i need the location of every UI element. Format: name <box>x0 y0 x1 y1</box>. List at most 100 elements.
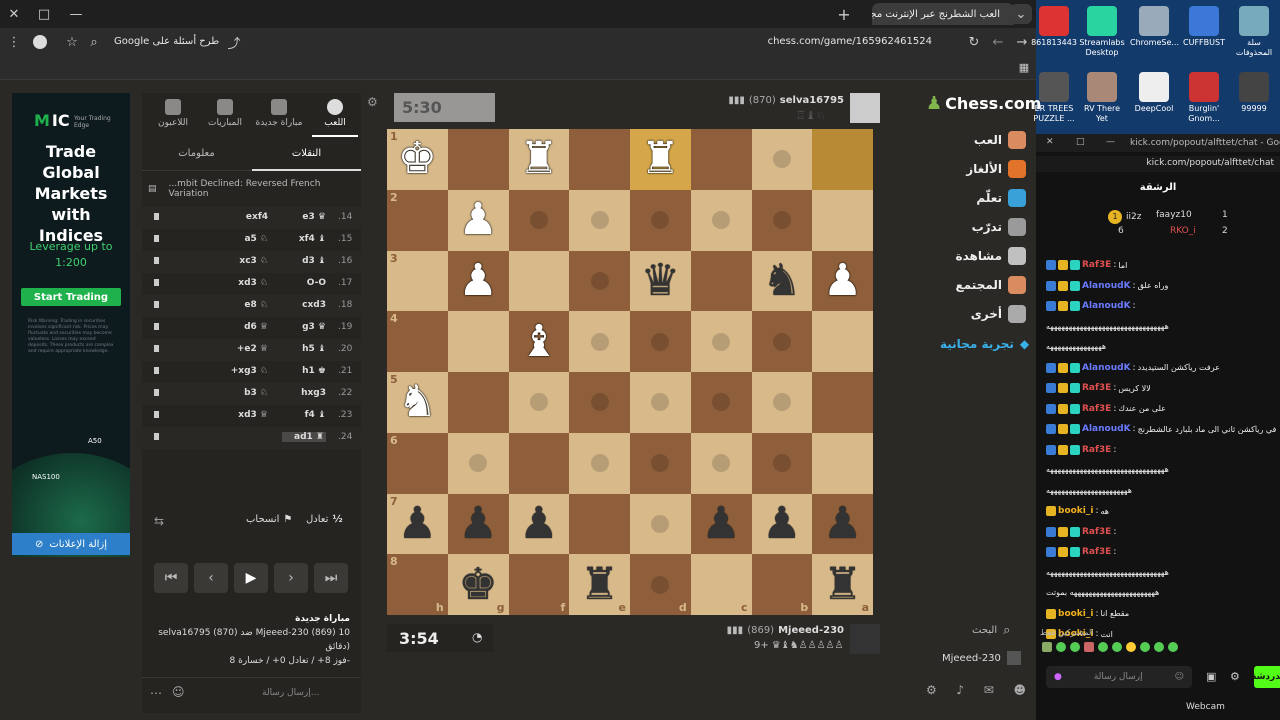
board-square[interactable]: c <box>690 554 752 615</box>
black-pawn-piece[interactable]: ♟ <box>762 501 801 546</box>
black-pawn-piece[interactable]: ♟ <box>701 501 740 546</box>
board-square[interactable] <box>751 189 813 251</box>
black-move[interactable]: e8 ♘ <box>212 300 268 310</box>
legal-move-dot[interactable] <box>651 454 670 473</box>
move-row[interactable]: .14 e3 ♛ exf4 <box>142 207 361 229</box>
messages-envelope-icon[interactable]: ✉ <box>984 683 994 697</box>
board-square[interactable]: 8h <box>387 554 448 615</box>
white-pawn-piece[interactable]: ♟ <box>458 258 497 303</box>
nav-item[interactable]: العب <box>930 131 1026 149</box>
emote-icon[interactable] <box>1056 642 1066 652</box>
chat-username[interactable]: AlanoudK <box>1082 301 1131 311</box>
chat-username[interactable]: Raf3E <box>1082 547 1111 557</box>
emote-icon[interactable] <box>1042 642 1052 652</box>
legal-move-dot[interactable] <box>590 271 609 290</box>
board-square[interactable] <box>569 129 630 190</box>
white-move[interactable]: O-O <box>282 278 326 288</box>
black-knight-piece[interactable]: ♞ <box>762 258 801 303</box>
board-square[interactable]: ♟ <box>812 493 873 555</box>
microphone-icon[interactable]: ● <box>1054 672 1062 682</box>
kick-settings-icon[interactable]: ⚙ <box>1230 670 1240 683</box>
kick-chat-send-button[interactable]: الدردشة <box>1251 666 1280 688</box>
tab-new-game[interactable]: مباراة جديدة <box>254 93 304 137</box>
move-row[interactable]: .15 xf4 ♝ a5 ♘ <box>142 229 361 251</box>
legal-move-dot[interactable] <box>651 575 670 594</box>
board-square[interactable] <box>690 250 752 312</box>
move-row[interactable]: .24 ad1 ♜ <box>142 427 361 449</box>
tab-search-chevron-icon[interactable]: ⌄ <box>1010 4 1032 24</box>
nav-item[interactable]: مشاهدة <box>930 247 1026 265</box>
board-square[interactable]: ♛ <box>630 250 691 312</box>
board-square[interactable] <box>751 372 813 433</box>
board-square[interactable]: ♟ <box>690 493 752 555</box>
nav-item[interactable]: المجتمع <box>930 276 1026 294</box>
emote-icon[interactable] <box>1140 642 1150 652</box>
browser-tab-active[interactable]: ✕ العب الشطرنج عبر الإنترنت مجاناً <box>872 3 1014 25</box>
previous-move-button[interactable]: ‹ <box>194 563 228 593</box>
emote-icon[interactable] <box>1154 642 1164 652</box>
remove-ads-button[interactable]: ⊘ إزالة الإعلانات <box>12 533 130 555</box>
more-options-icon[interactable]: ⋯ <box>150 686 162 700</box>
black-rook-piece[interactable]: ♜ <box>823 562 862 607</box>
kick-store-icon[interactable]: ▣ <box>1206 670 1216 683</box>
black-move[interactable]: xd3 ♘ <box>212 278 268 288</box>
board-square[interactable]: g ♚ <box>447 554 509 615</box>
profile-avatar-icon[interactable] <box>26 28 54 56</box>
board-square[interactable]: ♟ <box>508 493 570 555</box>
desktop-icon-rv-there-yet[interactable]: RV There Yet <box>1078 70 1126 124</box>
board-square[interactable] <box>690 432 752 494</box>
resign-button[interactable]: انسحاب ⚑ <box>246 514 292 525</box>
emoji-icon[interactable]: ☺ <box>1175 672 1184 682</box>
black-move[interactable]: xd3 ♕ <box>212 410 268 420</box>
desktop-icon-pdf[interactable]: 861813443 <box>1030 4 1078 48</box>
kick-message-input[interactable]: ● إرسال رسالة ☺ <box>1046 666 1192 688</box>
play-moves-button[interactable]: ▶ <box>234 563 268 593</box>
board-square[interactable] <box>812 311 873 372</box>
move-row[interactable]: .18 cxd3 e8 ♘ <box>142 295 361 317</box>
google-lens-icon[interactable]: ⌕ <box>80 28 108 56</box>
legal-move-dot[interactable] <box>469 454 488 473</box>
subtab-info[interactable]: معلومات <box>142 137 251 171</box>
white-knight-piece[interactable]: ♞ <box>398 380 437 424</box>
board-square[interactable] <box>630 432 691 494</box>
board-square[interactable]: ♟ <box>447 493 509 555</box>
board-square[interactable] <box>812 189 873 251</box>
chat-username[interactable]: AlanoudK <box>1082 363 1131 373</box>
move-row[interactable]: .23 f4 ♝ xd3 ♕ <box>142 405 361 427</box>
url-bar[interactable]: chess.com/game/165962461524 <box>760 36 932 47</box>
black-move[interactable]: exf4 <box>212 212 268 222</box>
emote-icon[interactable] <box>1070 642 1080 652</box>
move-row[interactable]: .17 O-O xd3 ♘ <box>142 273 361 295</box>
kick-maximize-icon[interactable]: □ <box>1076 137 1085 147</box>
tab-play[interactable]: اللعب <box>312 93 358 137</box>
board-square[interactable]: ♟ <box>812 250 873 312</box>
emote-icon[interactable] <box>1112 642 1122 652</box>
board-square[interactable] <box>812 432 873 494</box>
chat-username[interactable]: Raf3E <box>1082 527 1111 537</box>
emote-icon[interactable] <box>1098 642 1108 652</box>
board-square[interactable]: ♜ <box>630 129 691 190</box>
move-list[interactable]: .14 e3 ♛ exf4 .15 xf4 ♝ a5 ♘ .16 d3 ♝ xc3 ♘ .17 O-… <box>142 207 361 455</box>
nav-item[interactable]: تدرّب <box>930 218 1026 236</box>
board-square[interactable] <box>630 311 691 372</box>
kick-minimize-icon[interactable]: — <box>1106 137 1115 147</box>
white-move[interactable]: ad1 ♜ <box>282 432 326 442</box>
board-square[interactable] <box>569 493 630 555</box>
chat-username[interactable]: Raf3E <box>1082 404 1111 414</box>
black-rook-piece[interactable]: ♜ <box>580 562 619 607</box>
board-square[interactable]: 4 <box>387 311 448 372</box>
chat-username[interactable]: booki_i <box>1058 506 1093 516</box>
white-bishop-piece[interactable]: ♝ <box>519 319 558 364</box>
nav-item[interactable]: تعلّم <box>930 189 1026 207</box>
legal-move-dot[interactable] <box>590 454 609 473</box>
legal-move-dot[interactable] <box>712 393 731 412</box>
legal-move-dot[interactable] <box>712 332 731 351</box>
board-settings-icon[interactable]: ⚙ <box>367 95 378 109</box>
board-square[interactable]: ♝ <box>508 311 570 372</box>
flip-board-icon[interactable]: ⇆ <box>154 514 164 528</box>
board-square[interactable]: ♟ <box>751 493 813 555</box>
white-move[interactable]: g3 ♛ <box>282 322 326 332</box>
board-square[interactable] <box>630 493 691 555</box>
tab-games[interactable]: المباريات <box>202 93 248 137</box>
google-ask-chip[interactable]: Google طرح أسئلة على <box>114 36 219 47</box>
